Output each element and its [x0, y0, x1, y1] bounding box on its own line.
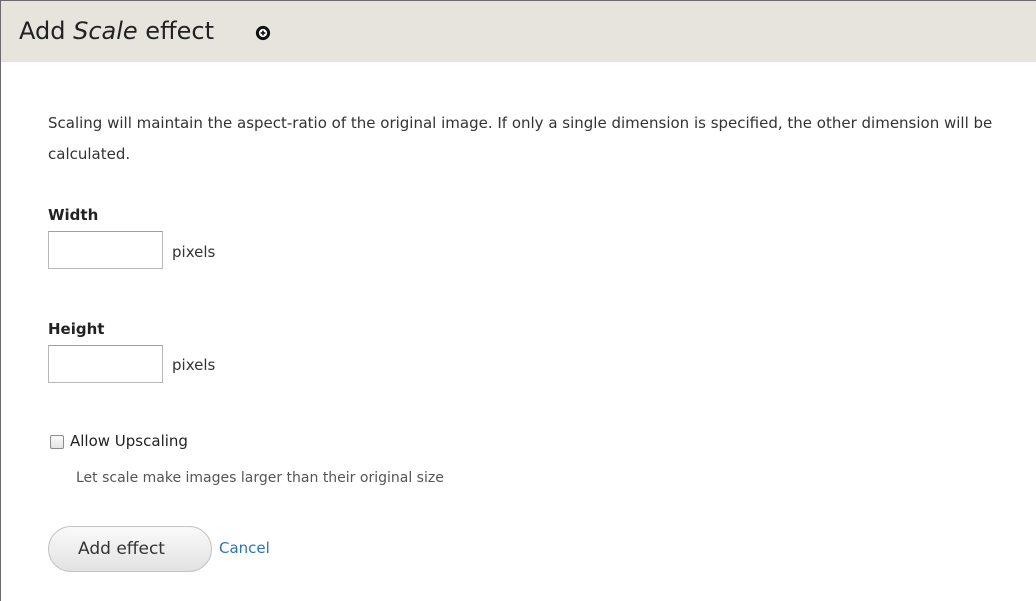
height-label: Height — [48, 320, 105, 338]
title-prefix: Add — [19, 17, 74, 45]
width-label: Width — [48, 206, 99, 224]
width-suffix: pixels — [172, 243, 216, 261]
dialog-header: Add Scale effect — [1, 1, 1036, 62]
dialog-frame — [0, 0, 1036, 601]
title-effect-name: Scale — [73, 17, 138, 45]
width-input[interactable] — [48, 231, 163, 269]
allow-upscaling-checkbox[interactable] — [50, 435, 64, 449]
upscaling-help-text: Let scale make images larger than their … — [76, 470, 444, 486]
title-suffix: effect — [137, 17, 214, 45]
page-title: Add Scale effect — [19, 15, 214, 47]
plus-circle-icon[interactable] — [255, 25, 271, 41]
cancel-link[interactable]: Cancel — [219, 538, 270, 558]
add-effect-button[interactable]: Add effect — [48, 526, 212, 572]
allow-upscaling-label[interactable]: Allow Upscaling — [70, 431, 188, 451]
form-description: Scaling will maintain the aspect-ratio o… — [48, 114, 993, 163]
height-input[interactable] — [48, 345, 163, 383]
height-suffix: pixels — [172, 356, 216, 374]
